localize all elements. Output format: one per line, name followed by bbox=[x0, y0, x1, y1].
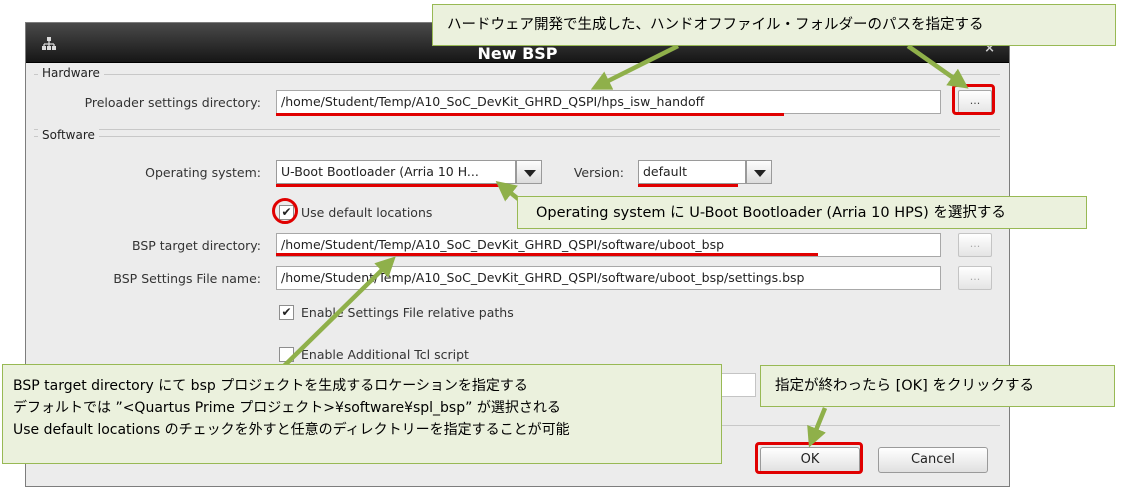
callout-bsp-target: BSP target directory にて bsp プロジェクトを生成するロ… bbox=[2, 364, 722, 464]
callout-bsp-line-1: BSP target directory にて bsp プロジェクトを生成するロ… bbox=[13, 378, 528, 394]
callout-bsp-line-2: デフォルトでは ”<Quartus Prime プロジェクト>¥software… bbox=[13, 400, 561, 416]
callout-handoff-text: ハードウェア開発で生成した、ハンドオフファイル・フォルダーのパスを指定する bbox=[447, 17, 984, 33]
callout-os-select: Operating system に U-Boot Bootloader (Ar… bbox=[517, 196, 1087, 229]
callout-handoff: ハードウェア開発で生成した、ハンドオフファイル・フォルダーのパスを指定する bbox=[432, 4, 1116, 46]
callout-bsp-line-3: Use default locations のチェックを外すと任意のディレクトリ… bbox=[13, 422, 570, 438]
callout-ok: 指定が終わったら [OK] をクリックする bbox=[760, 365, 1115, 407]
arrow-to-ok bbox=[807, 407, 828, 448]
arrow-to-bsp-target bbox=[280, 256, 396, 370]
callout-ok-text: 指定が終わったら [OK] をクリックする bbox=[775, 378, 1034, 394]
arrow-to-preloader bbox=[590, 43, 680, 90]
arrow-to-browse bbox=[906, 44, 969, 89]
callout-os-select-text: Operating system に U-Boot Bootloader (Ar… bbox=[536, 205, 1006, 221]
